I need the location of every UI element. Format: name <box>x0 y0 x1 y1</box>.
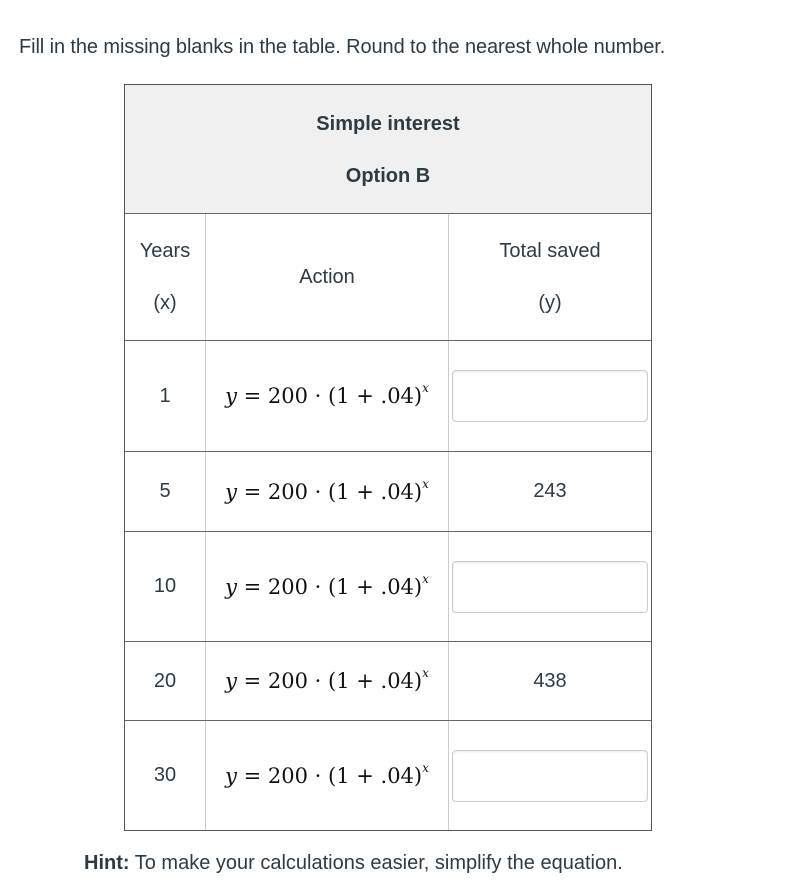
header-total-var: (y) <box>538 292 562 314</box>
total-saved-input-year-1[interactable] <box>452 370 648 422</box>
action-cell: y = 200 · (1 + .04)x <box>206 532 449 641</box>
equation: y = 200 · (1 + .04)x <box>225 381 429 408</box>
table-row: 10 y = 200 · (1 + .04)x <box>125 532 651 642</box>
header-years-var: (x) <box>153 292 177 314</box>
total-cell: 243 <box>533 480 567 502</box>
hint-text: Hint: To make your calculations easier, … <box>84 852 623 875</box>
total-cell <box>449 341 651 451</box>
action-cell: y = 200 · (1 + .04)x <box>206 341 449 451</box>
total-saved-input-year-10[interactable] <box>452 560 648 613</box>
years-cell: 20 <box>125 642 206 720</box>
table-title-line2: Option B <box>345 165 431 187</box>
action-cell: y = 200 · (1 + .04)x <box>206 642 449 720</box>
years-cell: 10 <box>125 532 206 641</box>
equation: y = 200 · (1 + .04)x <box>225 666 429 693</box>
header-years: Years (x) <box>125 214 206 340</box>
action-cell: y = 200 · (1 + .04)x <box>206 721 449 830</box>
interest-table: Simple interest Option B Years (x) Actio… <box>124 84 652 831</box>
header-row: Years (x) Action Total saved (y) <box>125 214 651 341</box>
equation: y = 200 · (1 + .04)x <box>225 571 429 599</box>
table-row: 5 y = 200 · (1 + .04)x 243 <box>125 452 651 532</box>
instruction-text: Fill in the missing blanks in the table.… <box>19 36 666 58</box>
table-row: 20 y = 200 · (1 + .04)x 438 <box>125 642 651 721</box>
total-cell <box>449 532 651 641</box>
total-cell <box>449 721 651 830</box>
header-total-label: Total saved <box>499 240 601 262</box>
action-cell: y = 200 · (1 + .04)x <box>206 452 449 531</box>
years-cell: 1 <box>125 341 206 451</box>
years-cell: 5 <box>125 452 206 531</box>
header-total: Total saved (y) <box>449 214 651 340</box>
table-title-line1: Simple interest <box>316 113 460 135</box>
header-action: Action <box>206 214 449 340</box>
total-cell: 438 <box>533 669 567 692</box>
equation: y = 200 · (1 + .04)x <box>225 476 429 504</box>
hint-label: Hint: <box>84 852 130 874</box>
table-row: 1 y = 200 · (1 + .04)x <box>125 341 651 452</box>
total-saved-input-year-30[interactable] <box>452 749 648 802</box>
years-cell: 30 <box>125 721 206 830</box>
header-years-label: Years <box>139 240 191 262</box>
hint-body: To make your calculations easier, simpli… <box>129 852 623 874</box>
table-title: Simple interest Option B <box>125 85 651 214</box>
table-row: 30 y = 200 · (1 + .04)x <box>125 721 651 830</box>
equation: y = 200 · (1 + .04)x <box>225 760 429 788</box>
